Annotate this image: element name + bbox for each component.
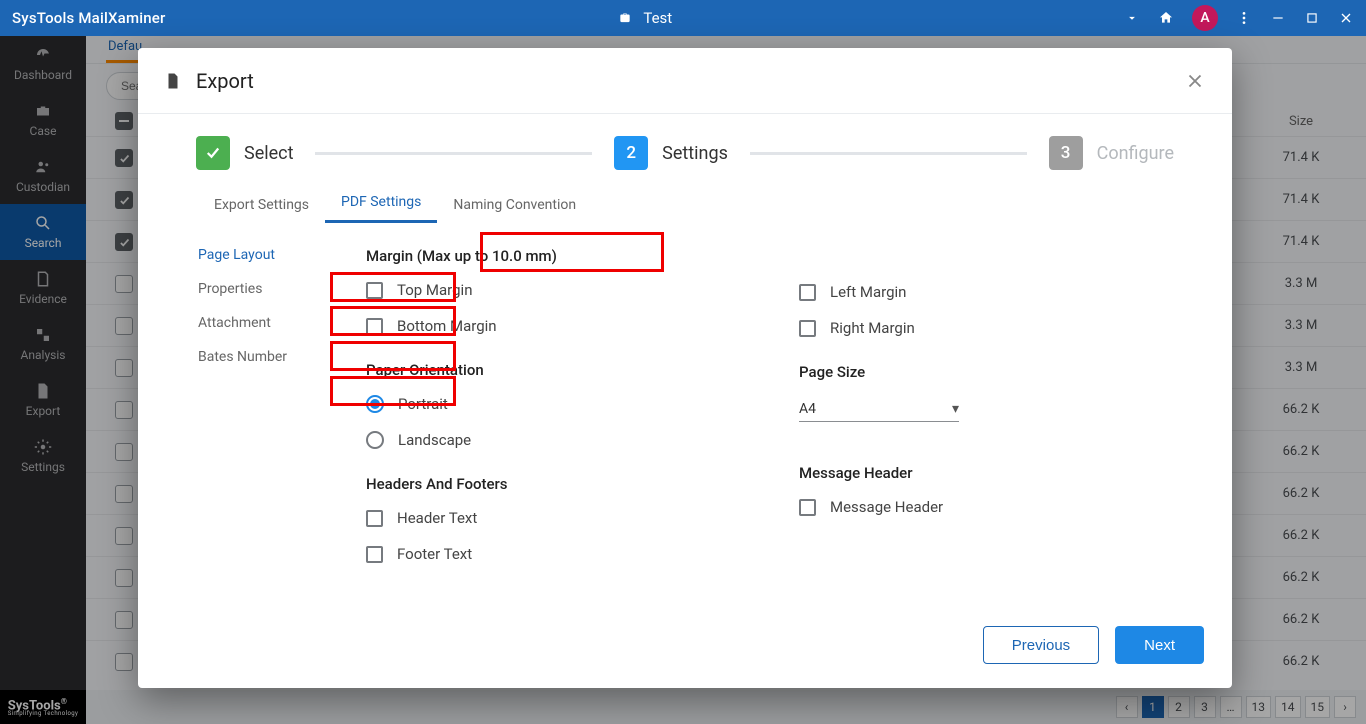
- subnav-attachment[interactable]: Attachment: [198, 315, 338, 331]
- message-header-checkbox[interactable]: Message Header: [799, 498, 1172, 516]
- page-size-title: Page Size: [799, 363, 1172, 381]
- step-1-badge: [196, 136, 230, 170]
- maximize-icon[interactable]: [1304, 10, 1320, 26]
- landscape-label: Landscape: [398, 431, 471, 449]
- footer-text-checkbox[interactable]: Footer Text: [366, 545, 739, 563]
- avatar[interactable]: A: [1192, 5, 1218, 31]
- step-3-badge: 3: [1049, 136, 1083, 170]
- settings-tabs: Export Settings PDF Settings Naming Conv…: [138, 170, 1232, 223]
- modal-close-icon[interactable]: [1184, 70, 1206, 92]
- message-header-title: Message Header: [799, 464, 1172, 482]
- message-header-label: Message Header: [830, 498, 943, 516]
- page-size-value: A4: [799, 401, 816, 417]
- export-modal: Export Select 2 Settings 3 Configure Exp…: [138, 48, 1232, 688]
- tab-pdf-settings[interactable]: PDF Settings: [325, 194, 437, 223]
- headers-footers-title: Headers And Footers: [366, 475, 739, 493]
- minimize-icon[interactable]: [1270, 10, 1286, 26]
- header-text-checkbox[interactable]: Header Text: [366, 509, 739, 527]
- step-3-label: Configure: [1097, 143, 1174, 164]
- highlight-page-layout: [330, 272, 456, 302]
- previous-button[interactable]: Previous: [983, 626, 1099, 664]
- home-icon[interactable]: [1158, 10, 1174, 26]
- subnav-bates-number[interactable]: Bates Number: [198, 349, 338, 365]
- highlight-attachment: [330, 341, 456, 371]
- app-title: SysTools MailXaminer: [12, 9, 166, 27]
- subnav-page-layout[interactable]: Page Layout: [198, 247, 338, 263]
- document-icon: [164, 70, 182, 92]
- footer-text-label: Footer Text: [397, 545, 472, 563]
- kebab-icon[interactable]: [1236, 10, 1252, 26]
- page-size-select[interactable]: A4 ▾: [799, 397, 959, 422]
- landscape-radio[interactable]: Landscape: [366, 431, 739, 449]
- highlight-bates-number: [330, 376, 456, 406]
- chevron-down-icon: ▾: [952, 401, 959, 417]
- tab-naming-convention[interactable]: Naming Convention: [437, 197, 592, 223]
- step-2-label: Settings: [662, 143, 728, 164]
- chevron-down-icon[interactable]: [1124, 10, 1140, 26]
- highlight-pdf-settings: [480, 232, 664, 272]
- briefcase-icon: [617, 11, 633, 25]
- title-bar: SysTools MailXaminer Test A: [0, 0, 1366, 36]
- step-2-badge: 2: [614, 136, 648, 170]
- step-1-label: Select: [244, 143, 293, 164]
- subnav-properties[interactable]: Properties: [198, 281, 338, 297]
- right-margin-checkbox[interactable]: Right Margin: [799, 319, 1172, 337]
- stepper: Select 2 Settings 3 Configure: [138, 114, 1232, 170]
- next-button[interactable]: Next: [1115, 626, 1204, 664]
- left-margin-checkbox[interactable]: Left Margin: [799, 283, 1172, 301]
- header-text-label: Header Text: [397, 509, 477, 527]
- left-margin-label: Left Margin: [830, 283, 906, 301]
- pdf-subnav: Page Layout Properties Attachment Bates …: [198, 247, 338, 589]
- right-margin-label: Right Margin: [830, 319, 915, 337]
- project-name: Test: [643, 9, 672, 27]
- modal-title: Export: [196, 69, 254, 93]
- close-icon[interactable]: [1338, 10, 1354, 26]
- project-chip[interactable]: Test: [166, 9, 1124, 27]
- tab-export-settings[interactable]: Export Settings: [198, 197, 325, 223]
- highlight-properties: [330, 306, 456, 336]
